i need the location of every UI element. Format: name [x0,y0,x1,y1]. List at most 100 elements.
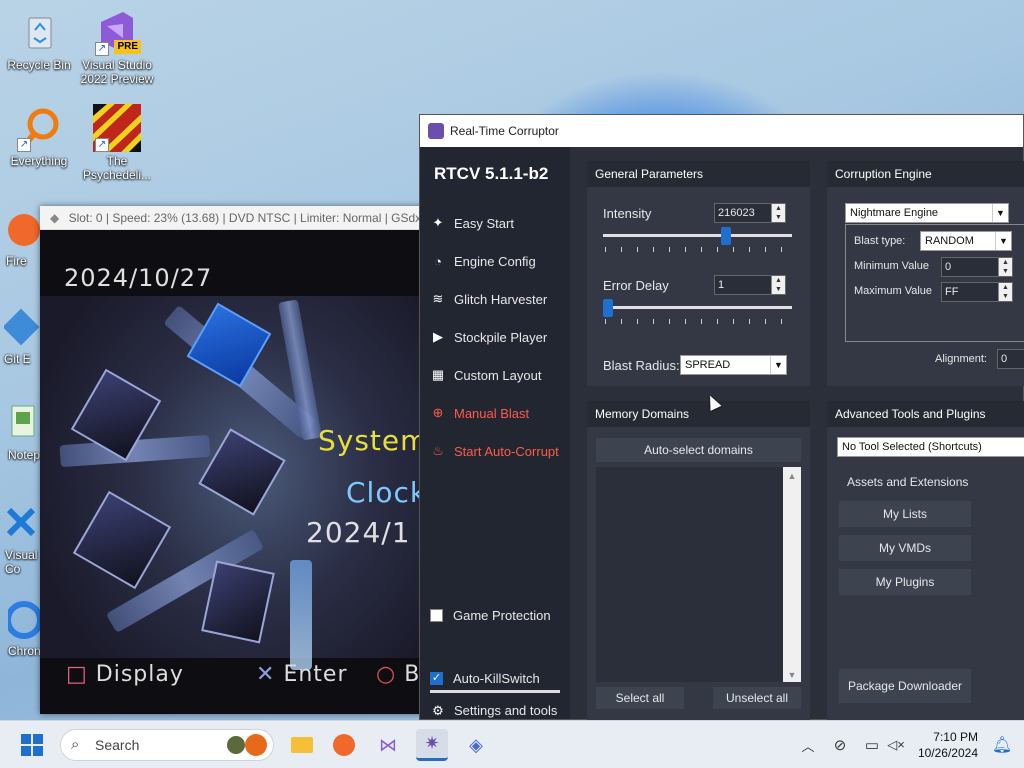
desktop-icon-visual-studio[interactable]: PRE ↗ Visual Studio 2022 Preview [78,8,156,86]
blast-type-select[interactable]: RANDOM ▼ [920,231,1012,251]
game-protection-checkbox[interactable]: Game Protection [430,608,551,623]
killswitch-progress [430,690,560,693]
psychedelic-icon: ↗ [93,104,141,152]
nav-glitch-harvester[interactable]: ≋ Glitch Harvester [420,280,570,318]
rtcv-window[interactable]: Real-Time Corruptor RTCV 5.1.1-b2 ✦ Easy … [419,114,1024,721]
intensity-slider-thumb[interactable] [721,227,732,245]
domains-scrollbar[interactable]: ▲ ▼ [783,467,801,682]
file-explorer-taskbar[interactable] [286,729,318,761]
assets-extensions-label: Assets and Extensions [847,475,969,489]
error-delay-input[interactable]: 1 ▲ ▼ [714,275,786,295]
nav-easy-start[interactable]: ✦ Easy Start [420,204,570,242]
monitor-icon: ▭ [864,737,880,754]
pcsx2-icon: ◈ [469,734,483,755]
max-value-input[interactable]: FF ▲ ▼ [941,282,1013,302]
gear-icon: ⚙ [432,703,444,718]
chevron-down-icon: ▼ [770,356,786,374]
firefox-taskbar[interactable] [328,729,360,761]
search-icon: ⌕ [71,736,80,753]
emulator-window[interactable]: ◆ Slot: 0 | Speed: 23% (13.68) | DVD NTS… [40,206,430,714]
domains-list[interactable]: ▲ ▼ [596,467,801,682]
my-vmds-button[interactable]: My VMDs [839,535,971,561]
engine-options-box: Blast type: RANDOM ▼ Minimum Value 0 ▲ ▼ … [845,224,1024,342]
grid-icon: ▦ [431,367,445,382]
volume-tray[interactable]: ◁× [880,729,912,761]
error-delay-slider-thumb[interactable] [603,299,613,317]
error-delay-stepper[interactable]: ▲ ▼ [771,276,785,294]
blast-radius-select[interactable]: SPREAD ▼ [680,355,787,375]
intensity-input[interactable]: 216023 ▲ ▼ [714,203,786,223]
tool-select[interactable]: No Tool Selected (Shortcuts) [837,437,1024,457]
chevron-down-icon: ▼ [995,232,1011,250]
nav-start-auto-corrupt[interactable]: ♨ Start Auto-Corrupt [420,432,570,470]
rtcv-app-icon: ✷ [424,733,440,753]
gauge-icon: ◔ [434,253,442,269]
emulator-screen[interactable]: 2024/10/27 System Clock 2024/1 □ Display… [40,230,430,714]
auto-select-domains-button[interactable]: Auto-select domains [596,438,801,462]
intensity-slider-track[interactable] [603,234,792,237]
alignment-label: Alignment: [935,353,987,365]
windows-logo-icon [21,734,43,756]
max-value-stepper[interactable]: ▲ ▼ [998,283,1012,301]
vs-taskbar[interactable]: ⋈ [372,729,404,761]
gourd-icon [227,736,245,754]
shortcut-arrow-icon: ↗ [95,138,109,152]
slider-ticks [605,247,793,252]
nav-manual-blast[interactable]: ⊕ Manual Blast [420,394,570,432]
nav-engine-config[interactable]: ◔ Engine Config [420,242,570,280]
taskbar-clock[interactable]: 7:10 PM 10/26/2024 [918,729,978,761]
select-all-button[interactable]: Select all [596,687,684,709]
back-hint: ○ B [376,662,421,687]
date-top-text: 2024/10/27 [64,264,213,292]
flame-icon: ♨ [432,443,444,458]
desktop-icon-everything[interactable]: ↗ Everything [0,104,78,168]
checkbox-unchecked[interactable] [430,609,443,622]
alignment-input[interactable]: 0 [997,349,1024,369]
my-lists-button[interactable]: My Lists [839,501,971,527]
checkbox-checked[interactable]: ✓ [430,672,443,685]
taskbar: ⌕ Search ⋈ ✷ ◈ ︿ ⊘ ▭ ◁× 7:10 PM 10/26/20… [0,720,1024,768]
circle-button-icon: ○ [376,662,397,687]
pumpkin-icon [245,734,267,756]
layers-icon: ≋ [432,291,444,306]
emulator-title-bar[interactable]: ◆ Slot: 0 | Speed: 23% (13.68) | DVD NTS… [40,206,430,230]
chevron-up-icon: ︿ [801,738,815,754]
error-delay-slider-track[interactable] [603,306,792,309]
min-value-input[interactable]: 0 ▲ ▼ [941,257,1013,277]
pcsx2-taskbar[interactable]: ◈ [460,729,492,761]
rtcv-title-bar[interactable]: Real-Time Corruptor [420,115,1023,147]
min-value-stepper[interactable]: ▲ ▼ [998,258,1012,276]
intensity-stepper[interactable]: ▲ ▼ [771,204,785,222]
blast-type-label: Blast type: [854,235,906,247]
engine-select[interactable]: Nightmare Engine ▼ [845,203,1009,223]
date-mid-text: 2024/1 [306,516,411,549]
scroll-up-icon[interactable]: ▲ [783,467,801,481]
network-tray[interactable]: ⊘ [824,729,856,761]
taskbar-search[interactable]: ⌕ Search [60,729,274,761]
chevron-down-icon: ▼ [992,204,1008,222]
desktop-icon-recycle-bin[interactable]: Recycle Bin [0,8,78,72]
scroll-down-icon[interactable]: ▼ [783,670,801,680]
auto-killswitch-checkbox[interactable]: ✓ Auto-KillSwitch [430,671,540,686]
slider-ticks [605,319,793,324]
panel-header: Advanced Tools and Plugins [827,401,1024,427]
rtcv-taskbar[interactable]: ✷ [416,729,448,761]
blast-radius-label: Blast Radius: [603,358,680,373]
nav-custom-layout[interactable]: ▦ Custom Layout [420,356,570,394]
show-hidden-icons[interactable]: ︿ [792,729,824,761]
package-downloader-button[interactable]: Package Downloader [839,669,971,703]
network-icon: ⊘ [833,737,847,754]
speaker-muted-icon: ◁× [887,737,905,752]
clock-text: Clock [346,476,428,509]
advanced-tools-panel: Advanced Tools and Plugins No Tool Selec… [827,401,1024,721]
my-plugins-button[interactable]: My Plugins [839,569,971,595]
start-button[interactable] [16,729,48,761]
desktop-icon-psychedelic[interactable]: ↗ The Psychedeli... [78,104,156,182]
everything-search-icon: ↗ [15,104,63,152]
unselect-all-button[interactable]: Unselect all [713,687,801,709]
recycle-bin-icon [15,8,63,56]
nav-stockpile-player[interactable]: ▶ Stockpile Player [420,318,570,356]
corruption-engine-panel: Corruption Engine Nightmare Engine ▼ Bla… [827,161,1024,386]
visual-studio-icon: ⋈ [379,734,397,755]
notifications-button[interactable]: 🔔︎ [986,729,1018,761]
